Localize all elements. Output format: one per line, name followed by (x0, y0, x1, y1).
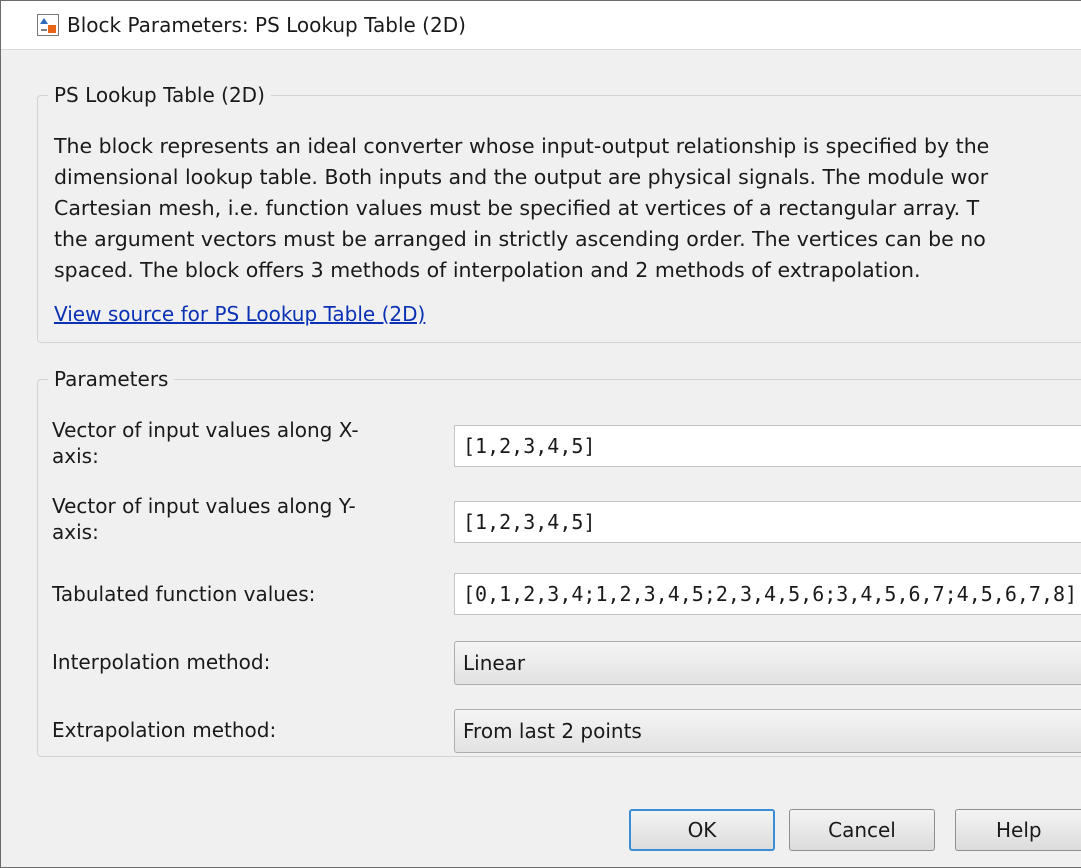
tabulated-values-label: Tabulated function values: (52, 582, 316, 606)
description-line: The block represents an ideal converter … (54, 134, 990, 158)
interpolation-method-label: Interpolation method: (52, 650, 271, 674)
extrapolation-method-label: Extrapolation method: (52, 718, 277, 742)
description-line: spaced. The block offers 3 methods of in… (54, 258, 921, 282)
x-vector-label-line: Vector of input values along X- (52, 418, 359, 442)
cancel-button[interactable]: Cancel (789, 809, 935, 851)
description-line: dimensional lookup table. Both inputs an… (54, 165, 989, 189)
x-vector-label: Vector of input values along X- axis: (52, 417, 422, 469)
title-bar[interactable]: Block Parameters: PS Lookup Table (2D) (1, 1, 1081, 50)
y-vector-label: Vector of input values along Y- axis: (52, 493, 422, 545)
y-vector-label-line: Vector of input values along Y- (52, 494, 356, 518)
view-source-link[interactable]: View source for PS Lookup Table (2D) (54, 302, 425, 326)
block-description-legend: PS Lookup Table (2D) (54, 83, 265, 107)
block-description-group: PS Lookup Table (2D) The block represent… (37, 83, 1081, 343)
parameters-legend: Parameters (54, 367, 169, 391)
tabulated-values-input[interactable]: [0,1,2,3,4;1,2,3,4,5;2,3,4,5,6;3,4,5,6,7… (454, 573, 1081, 615)
block-description: The block represents an ideal converter … (54, 131, 1081, 286)
y-vector-label-line: axis: (52, 520, 99, 544)
parameters-group: Parameters Vector of input values along … (37, 367, 1081, 757)
y-vector-input[interactable]: [1,2,3,4,5] (454, 501, 1081, 543)
block-parameters-dialog: Block Parameters: PS Lookup Table (2D) P… (0, 0, 1081, 868)
window-title: Block Parameters: PS Lookup Table (2D) (67, 13, 466, 37)
help-button[interactable]: Help (955, 809, 1081, 851)
x-vector-label-line: axis: (52, 444, 99, 468)
interpolation-method-select[interactable]: Linear (454, 641, 1081, 685)
simulink-block-icon (37, 14, 59, 36)
extrapolation-method-select[interactable]: From last 2 points (454, 709, 1081, 753)
description-line: Cartesian mesh, i.e. function values mus… (54, 196, 980, 220)
x-vector-input[interactable]: [1,2,3,4,5] (454, 425, 1081, 467)
description-line: the argument vectors must be arranged in… (54, 227, 986, 251)
ok-button[interactable]: OK (629, 809, 775, 851)
